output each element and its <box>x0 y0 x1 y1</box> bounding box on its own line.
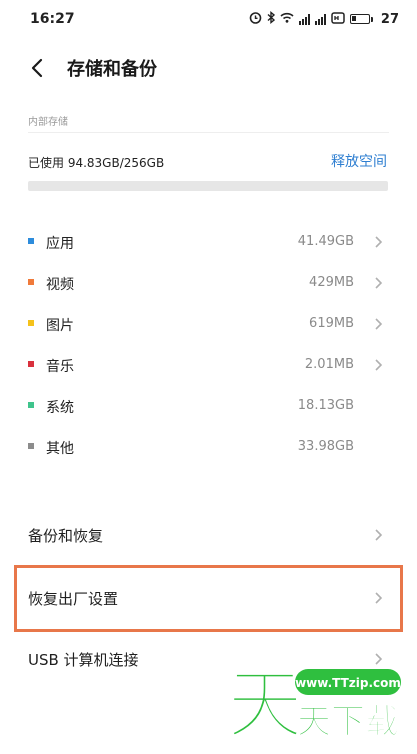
svg-text:天: 天 <box>227 661 303 739</box>
chevron-right-icon <box>375 236 383 248</box>
status-time: 16:27 <box>30 11 75 27</box>
setting-label: USB 计算机连接 <box>28 651 139 669</box>
alarm-icon <box>249 11 262 27</box>
divider <box>28 132 389 133</box>
ttzip-logo-icon: 天 www.TTzip.com 天下载 <box>226 659 401 750</box>
free-space-button[interactable]: 释放空间 <box>331 151 387 171</box>
category-size: 619MB <box>309 316 354 331</box>
category-color-dot <box>28 361 34 367</box>
status-bar: 16:27 27 <box>0 0 417 40</box>
category-name: 音乐 <box>46 359 74 375</box>
category-size: 429MB <box>309 275 354 290</box>
category-size: 18.13GB <box>297 398 354 413</box>
svg-text:www.TTzip.com: www.TTzip.com <box>295 676 401 690</box>
chevron-right-icon <box>375 529 383 541</box>
storage-usage-bar <box>28 181 388 191</box>
category-size: 2.01MB <box>304 357 354 372</box>
category-name: 系统 <box>46 400 74 416</box>
wifi-icon <box>280 12 294 26</box>
category-name: 应用 <box>46 236 74 252</box>
section-label-internal-storage: 内部存储 <box>28 117 68 128</box>
category-name: 视频 <box>46 277 74 293</box>
category-color-dot <box>28 238 34 244</box>
signal-icon <box>298 13 310 25</box>
page-title: 存储和备份 <box>67 59 157 80</box>
backup-restore-item[interactable]: 备份和恢复 <box>14 504 403 566</box>
setting-label: 恢复出厂设置 <box>28 590 119 608</box>
chevron-right-icon <box>375 592 383 604</box>
chevron-right-icon <box>375 318 383 330</box>
bluetooth-icon <box>267 11 275 27</box>
hd-call-icon <box>331 11 345 27</box>
category-row-pictures[interactable]: 图片 619MB <box>0 305 417 343</box>
category-color-dot <box>28 443 34 449</box>
category-row-other: 其他 33.98GB <box>0 428 417 466</box>
svg-text:天下载: 天下载 <box>297 702 399 739</box>
category-color-dot <box>28 402 34 408</box>
category-size: 33.98GB <box>297 439 354 454</box>
setting-label: 备份和恢复 <box>28 527 104 545</box>
chevron-right-icon <box>375 359 383 371</box>
chevron-right-icon <box>375 277 383 289</box>
status-icons: 27 <box>249 11 399 27</box>
chevron-left-icon <box>31 58 43 78</box>
category-color-dot <box>28 279 34 285</box>
battery-icon <box>349 14 373 24</box>
category-name: 其他 <box>46 441 74 457</box>
category-color-dot <box>28 320 34 326</box>
factory-reset-item[interactable]: 恢复出厂设置 <box>14 565 403 632</box>
category-row-system: 系统 18.13GB <box>0 387 417 425</box>
signal-icon <box>314 13 326 25</box>
category-size: 41.49GB <box>297 234 354 249</box>
battery-level: 27 <box>380 11 399 27</box>
category-row-apps[interactable]: 应用 41.49GB <box>0 223 417 261</box>
watermark-logo: 天 www.TTzip.com 天下载 <box>226 659 407 750</box>
category-row-video[interactable]: 视频 429MB <box>0 264 417 302</box>
back-button[interactable] <box>22 52 54 84</box>
storage-used-text: 已使用 94.83GB/256GB <box>28 156 165 170</box>
category-row-music[interactable]: 音乐 2.01MB <box>0 346 417 384</box>
category-name: 图片 <box>46 318 74 334</box>
